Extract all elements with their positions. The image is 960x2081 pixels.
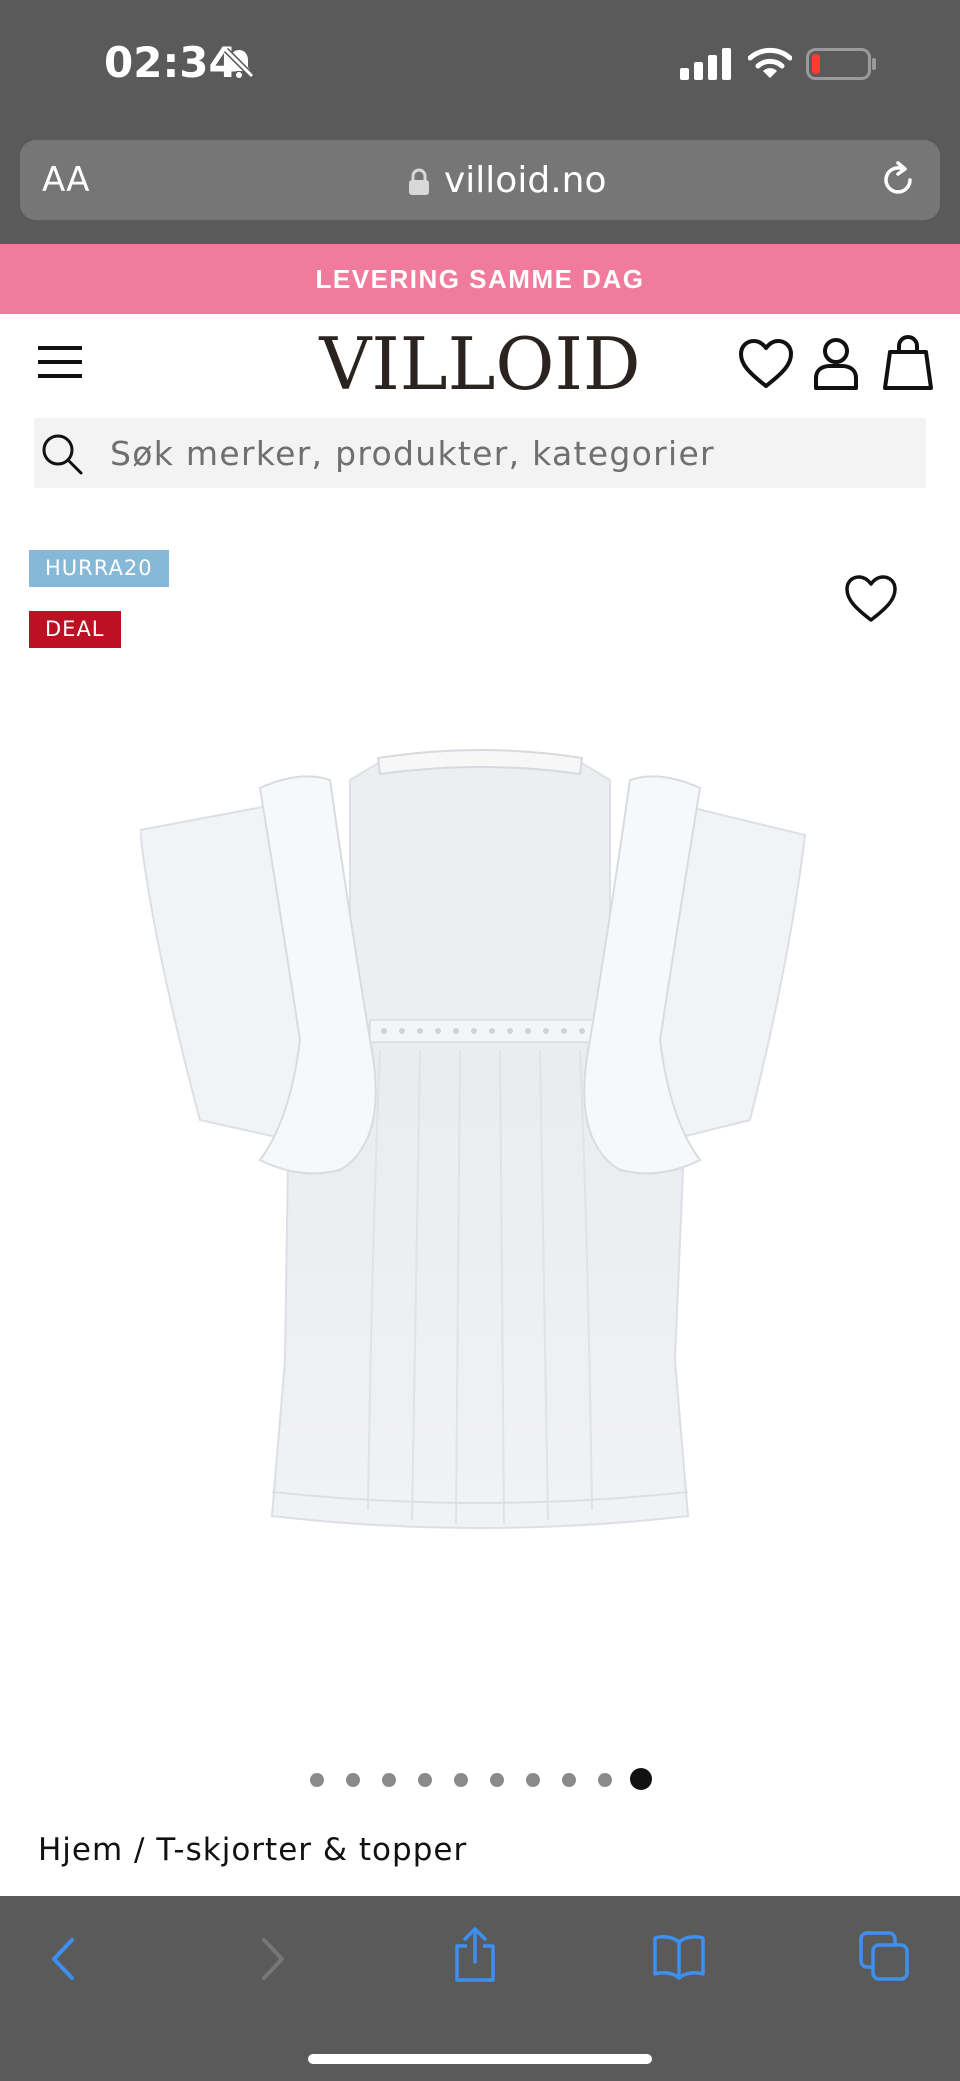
discount-code-badge: HURRA20 bbox=[29, 550, 169, 587]
shopping-bag-icon[interactable] bbox=[882, 334, 934, 397]
bell-muted-icon bbox=[222, 46, 256, 85]
carousel-dot[interactable] bbox=[382, 1773, 396, 1787]
wishlist-heart-icon[interactable] bbox=[738, 338, 794, 395]
promo-banner[interactable]: LEVERING SAMME DAG bbox=[0, 244, 960, 314]
back-icon[interactable] bbox=[44, 1934, 84, 1989]
carousel-dot[interactable] bbox=[346, 1773, 360, 1787]
carousel-dot[interactable] bbox=[310, 1773, 324, 1787]
carousel-dot[interactable] bbox=[418, 1773, 432, 1787]
tabs-icon[interactable] bbox=[858, 1930, 910, 1987]
breadcrumb[interactable]: Hjem / T-skjorter & topper bbox=[38, 1832, 467, 1868]
reader-settings-button[interactable]: AA bbox=[42, 160, 89, 200]
url-text: villoid.no bbox=[444, 160, 607, 201]
lock-icon bbox=[408, 168, 430, 201]
carousel-dot[interactable] bbox=[562, 1773, 576, 1787]
share-icon[interactable] bbox=[452, 1926, 498, 1989]
cellular-signal-icon bbox=[680, 48, 732, 85]
browser-bottom-toolbar bbox=[0, 1896, 960, 2081]
carousel-dot[interactable] bbox=[526, 1773, 540, 1787]
bookmarks-icon[interactable] bbox=[652, 1932, 706, 1985]
status-time: 02:34 bbox=[104, 38, 238, 87]
deal-badge: DEAL bbox=[29, 611, 121, 648]
carousel-pagination bbox=[306, 1768, 666, 1792]
account-user-icon[interactable] bbox=[812, 336, 860, 397]
product-image[interactable] bbox=[138, 740, 820, 1545]
add-to-wishlist-heart-icon[interactable] bbox=[844, 574, 898, 629]
search-icon bbox=[40, 432, 84, 481]
battery-low-icon bbox=[806, 48, 876, 85]
reload-icon[interactable] bbox=[878, 160, 918, 205]
address-bar[interactable]: AA villoid.no bbox=[20, 140, 940, 220]
wifi-icon bbox=[747, 46, 793, 85]
forward-icon bbox=[252, 1934, 292, 1989]
browser-top-bar: AA villoid.no bbox=[0, 130, 960, 244]
carousel-dot[interactable] bbox=[598, 1773, 612, 1787]
carousel-dot-active[interactable] bbox=[630, 1768, 652, 1790]
carousel-dot[interactable] bbox=[490, 1773, 504, 1787]
status-bar: 02:34 bbox=[0, 0, 960, 130]
carousel-dot[interactable] bbox=[454, 1773, 468, 1787]
home-indicator bbox=[308, 2054, 652, 2064]
search-bar bbox=[34, 418, 926, 488]
search-input[interactable] bbox=[110, 418, 910, 488]
